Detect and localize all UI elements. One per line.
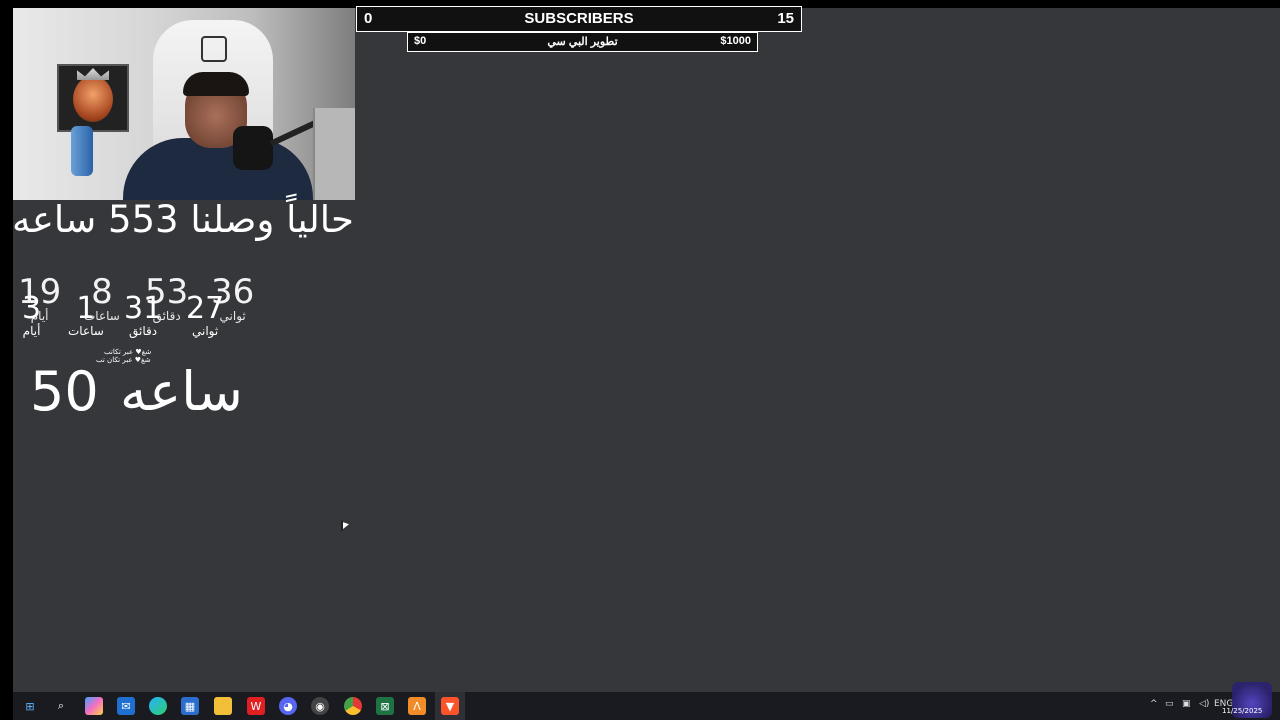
countdown-front-days-label: أيام [22, 324, 41, 338]
big-hours-word: ساعه [120, 360, 243, 423]
chevron-up-icon[interactable]: ^ [1150, 699, 1158, 709]
countdown-front-days: 3 أيام [22, 291, 42, 339]
app-icon[interactable]: Λ [408, 697, 426, 715]
obs-icon[interactable]: ◉ [311, 697, 329, 715]
mail-icon[interactable]: ✉ [117, 697, 135, 715]
files-icon[interactable] [214, 697, 232, 715]
windows-icon[interactable]: ⊞ [21, 697, 39, 715]
taskbar: ⊞ ⌕ ✉ ▦ W ◕ ◉ ⊠ Λ ▼ ^ ▭ ▣ ◁) ENG [13, 692, 1280, 720]
display-icon[interactable]: ▣ [1182, 699, 1191, 709]
countdown-front-seconds: 27 ثواني [186, 291, 225, 339]
countdown-front-seconds-value: 27 [186, 291, 225, 326]
countdown-front-minutes-value: 31 [124, 291, 163, 326]
countdown-front-minutes-label: دقائق [129, 324, 158, 338]
wall-poster [57, 64, 129, 132]
water-bottle [71, 126, 93, 176]
donation-goal-max: $1000 [720, 35, 751, 47]
countdown-front-hours-label: ساعات [68, 324, 104, 338]
brave-icon[interactable]: ▼ [441, 697, 459, 715]
hours-reached-text: حالياً وصلنا 553 ساعه [12, 198, 354, 241]
store-icon[interactable]: ▦ [181, 697, 199, 715]
subscriber-goal-min: 0 [364, 10, 373, 27]
subscriber-goal-bar: SUBSCRIBERS 0 15 [356, 6, 802, 32]
countdown-front-hours: 1 ساعات [68, 291, 104, 339]
donation-goal-title: تطوير البي سي [547, 36, 618, 48]
countdown-front-hours-value: 1 [76, 291, 96, 326]
pc-case [313, 108, 355, 200]
small-caption-1: شغ♥ عبر تكاتب [104, 348, 152, 356]
edge-icon[interactable] [149, 697, 167, 715]
excel-icon[interactable]: ⊠ [376, 697, 394, 715]
countdown-front-days-value: 3 [22, 291, 42, 326]
microphone [233, 126, 273, 170]
wps-icon[interactable]: W [247, 697, 265, 715]
donation-goal-bar: تطوير البي سي $0 $1000 [407, 32, 758, 52]
network-icon[interactable]: ▭ [1165, 699, 1174, 709]
countdown-front-seconds-label: ثواني [191, 324, 219, 338]
donation-goal-min: $0 [414, 35, 427, 47]
search-icon[interactable]: ⌕ [52, 697, 70, 715]
speaker-icon[interactable]: ◁) [1199, 699, 1209, 709]
webcam-feed [13, 8, 355, 200]
subscriber-goal-title: SUBSCRIBERS [524, 10, 634, 27]
chrome-icon[interactable] [344, 697, 362, 715]
subscriber-goal-max: 15 [777, 10, 794, 27]
discord-icon[interactable]: ◕ [279, 697, 297, 715]
copilot-icon[interactable] [85, 697, 103, 715]
system-clock[interactable]: 11/25/2025 [1222, 707, 1262, 715]
countdown-front-minutes: 31 دقائق [124, 291, 163, 339]
big-hours-number: 50 [30, 360, 99, 423]
